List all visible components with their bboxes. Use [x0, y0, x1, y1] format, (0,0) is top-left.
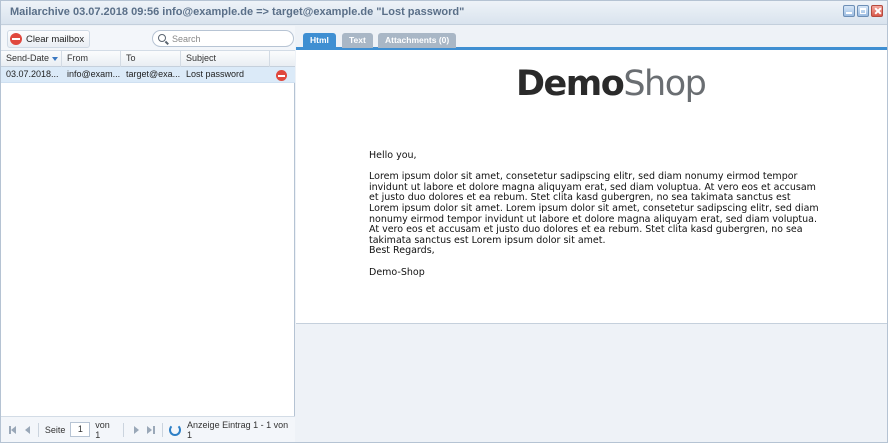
column-from-label: From — [67, 53, 88, 63]
sort-desc-icon — [52, 56, 59, 61]
email-closing: Best Regards, — [369, 245, 435, 257]
tab-html[interactable]: Html — [303, 33, 336, 48]
column-send-date[interactable]: Send-Date — [1, 51, 62, 67]
pagination-bar: Seite 1 von 1 Anzeige Eintrag 1 - 1 von … — [1, 416, 295, 442]
tab-attachments[interactable]: Attachments (0) — [378, 33, 457, 48]
table-row[interactable]: 03.07.2018... info@exam... target@exa...… — [1, 67, 295, 83]
mail-list-panel: Clear mailbox Send-Date From To Subject … — [1, 26, 295, 442]
row-to: target@exa... — [126, 69, 181, 79]
email-greeting: Hello you, — [369, 150, 417, 161]
window-controls — [843, 5, 883, 17]
search-box[interactable] — [152, 30, 294, 47]
separator — [162, 422, 164, 437]
delete-icon — [10, 33, 22, 45]
page-input[interactable]: 1 — [70, 422, 91, 437]
clear-mailbox-label: Clear mailbox — [26, 33, 85, 45]
window-title: Mailarchive 03.07.2018 09:56 info@exampl… — [10, 6, 465, 18]
column-send-date-label: Send-Date — [6, 53, 50, 63]
row-from: info@exam... — [67, 69, 121, 79]
search-input[interactable] — [172, 32, 287, 45]
delete-row-icon[interactable] — [276, 70, 287, 81]
column-to-label: To — [126, 53, 136, 63]
maximize-icon[interactable] — [857, 5, 869, 17]
column-subject[interactable]: Subject — [181, 51, 270, 67]
list-toolbar: Clear mailbox — [1, 26, 295, 51]
separator — [37, 422, 39, 437]
prev-page-icon[interactable] — [24, 425, 32, 435]
last-page-icon[interactable] — [146, 425, 156, 435]
close-icon[interactable] — [871, 5, 883, 17]
column-to[interactable]: To — [121, 51, 181, 67]
preview-empty-area — [296, 325, 887, 442]
page-label: Seite — [44, 424, 66, 435]
email-preview: DemoShop Hello you, Lorem ipsum dolor si… — [296, 50, 887, 324]
separator — [123, 422, 125, 437]
clear-mailbox-button[interactable]: Clear mailbox — [7, 30, 91, 48]
mailarchive-window: Mailarchive 03.07.2018 09:56 info@exampl… — [0, 0, 888, 443]
shop-logo: DemoShop — [516, 64, 707, 104]
pager-info: Anzeige Eintrag 1 - 1 von 1 — [187, 419, 289, 440]
logo-demo: Demo — [516, 64, 625, 104]
title-bar[interactable]: Mailarchive 03.07.2018 09:56 info@exampl… — [1, 1, 887, 25]
email-signature: Demo-Shop — [369, 266, 425, 278]
search-icon — [158, 34, 166, 42]
row-send-date: 03.07.2018... — [6, 69, 59, 79]
row-subject: Lost password — [186, 69, 245, 79]
logo-shop: Shop — [623, 64, 707, 104]
mail-preview-panel: Html Text Attachments (0) DemoShop Hello… — [296, 26, 887, 442]
tab-text[interactable]: Text — [342, 33, 373, 48]
minimize-icon[interactable] — [843, 5, 855, 17]
column-from[interactable]: From — [62, 51, 121, 67]
page-of-label: von 1 — [95, 419, 110, 440]
next-page-icon[interactable] — [132, 425, 140, 435]
preview-tabs: Html Text Attachments (0) — [296, 26, 887, 50]
first-page-icon[interactable] — [8, 425, 18, 435]
column-subject-label: Subject — [186, 53, 217, 63]
email-body: Hello you, Lorem ipsum dolor sit amet, c… — [369, 150, 819, 289]
refresh-icon[interactable] — [169, 423, 182, 436]
column-actions — [270, 51, 295, 67]
grid-header: Send-Date From To Subject — [1, 51, 295, 67]
email-text: Lorem ipsum dolor sit amet, consetetur s… — [369, 171, 819, 246]
